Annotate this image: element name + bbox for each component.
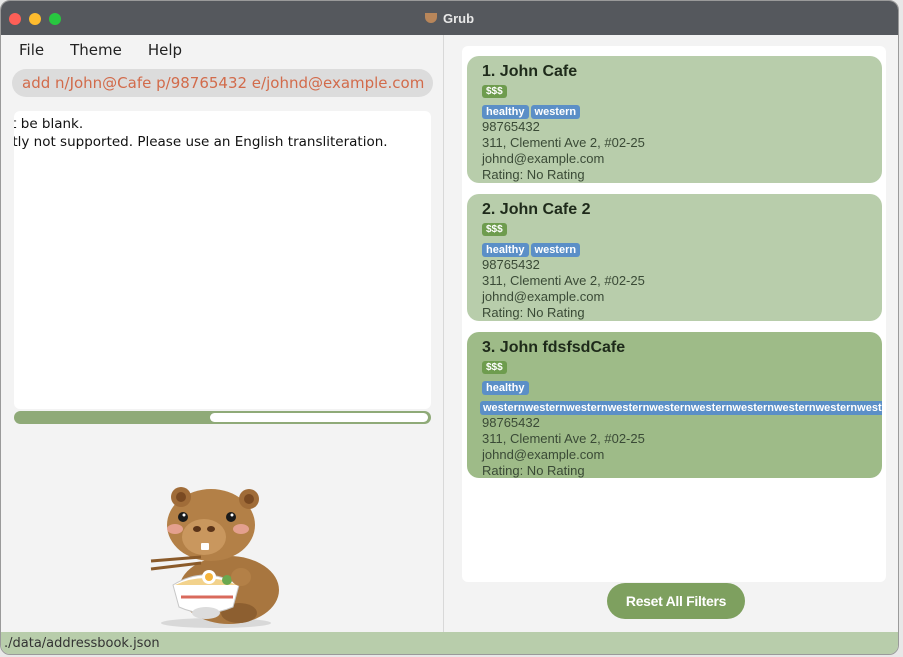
result-horizontal-scrollbar[interactable]: [14, 411, 431, 424]
restaurant-name: 3. John fdsfsdCafe: [482, 339, 626, 356]
result-text: Names should only contain alphanumeric c…: [14, 115, 388, 151]
status-bar: ./data/addressbook.json: [1, 632, 898, 654]
data-file-path: ./data/addressbook.json: [4, 636, 160, 651]
tag: westernwesternwesternwesternwesternweste…: [480, 401, 882, 415]
restaurant-rating: Rating: No Rating: [482, 167, 585, 182]
price-badge: $$$: [482, 85, 507, 98]
restaurant-email: johnd@example.com: [482, 447, 605, 462]
tag-list: healthy western: [482, 102, 867, 119]
restaurant-card[interactable]: 1. John Cafe $$$ healthy western 98765432…: [467, 56, 882, 183]
command-input[interactable]: add n/John@Cafe p/98765432 e/johnd@examp…: [12, 69, 433, 97]
capybara-mascot: [150, 487, 279, 628]
restaurant-rating: Rating: No Rating: [482, 463, 585, 478]
close-icon[interactable]: [9, 13, 21, 25]
menu-theme[interactable]: Theme: [58, 39, 134, 61]
price-badge: $$$: [482, 223, 507, 236]
tag-list: healthy: [482, 378, 867, 395]
price-badge: $$$: [482, 361, 507, 374]
reset-filters-button[interactable]: Reset All Filters: [607, 583, 745, 619]
window-controls: [9, 13, 61, 25]
menu-bar: File Theme Help: [7, 39, 194, 61]
tag: healthy: [482, 243, 529, 257]
restaurant-email: johnd@example.com: [482, 151, 605, 166]
restaurant-address: 311, Clementi Ave 2, #02-25: [482, 431, 645, 446]
minimize-icon[interactable]: [29, 13, 41, 25]
app-window: Grub File Theme Help add n/John@Cafe p/9…: [0, 0, 899, 655]
title-bar: Grub: [1, 1, 898, 35]
restaurant-email: johnd@example.com: [482, 289, 605, 304]
app-icon: [424, 13, 437, 23]
right-pane: 1. John Cafe $$$ healthy western 98765432…: [445, 35, 898, 632]
window-title: Grub: [424, 10, 475, 26]
restaurant-address: 311, Clementi Ave 2, #02-25: [482, 135, 645, 150]
restaurant-address: 311, Clementi Ave 2, #02-25: [482, 273, 645, 288]
tag: western: [530, 105, 581, 119]
restaurant-name: 2. John Cafe 2: [482, 201, 591, 218]
restaurant-list[interactable]: 1. John Cafe $$$ healthy western 98765432…: [462, 46, 886, 582]
tag-list-overflow: westernwesternwesternwesternwesternweste…: [480, 398, 882, 415]
tag: healthy: [482, 381, 529, 395]
tag-list: healthy western: [482, 240, 867, 257]
tag: western: [530, 243, 581, 257]
restaurant-card[interactable]: 2. John Cafe 2 $$$ healthy western 987654…: [467, 194, 882, 321]
maximize-icon[interactable]: [49, 13, 61, 25]
restaurant-phone: 98765432: [482, 415, 540, 430]
menu-help[interactable]: Help: [136, 39, 194, 61]
restaurant-phone: 98765432: [482, 119, 540, 134]
menu-file[interactable]: File: [7, 39, 56, 61]
restaurant-card-selected[interactable]: 3. John fdsfsdCafe $$$ healthy westernwe…: [467, 332, 882, 478]
left-pane: File Theme Help add n/John@Cafe p/987654…: [1, 35, 444, 632]
window-title-text: Grub: [442, 10, 475, 26]
restaurant-phone: 98765432: [482, 257, 540, 272]
tag: healthy: [482, 105, 529, 119]
result-line-2: Non-English characters are currently not…: [14, 134, 388, 150]
scrollbar-thumb[interactable]: [210, 413, 428, 422]
restaurant-name: 1. John Cafe: [482, 63, 578, 80]
result-display[interactable]: Names should only contain alphanumeric c…: [14, 111, 431, 409]
restaurant-rating: Rating: No Rating: [482, 305, 585, 320]
result-line-1: Names should only contain alphanumeric c…: [14, 116, 84, 132]
